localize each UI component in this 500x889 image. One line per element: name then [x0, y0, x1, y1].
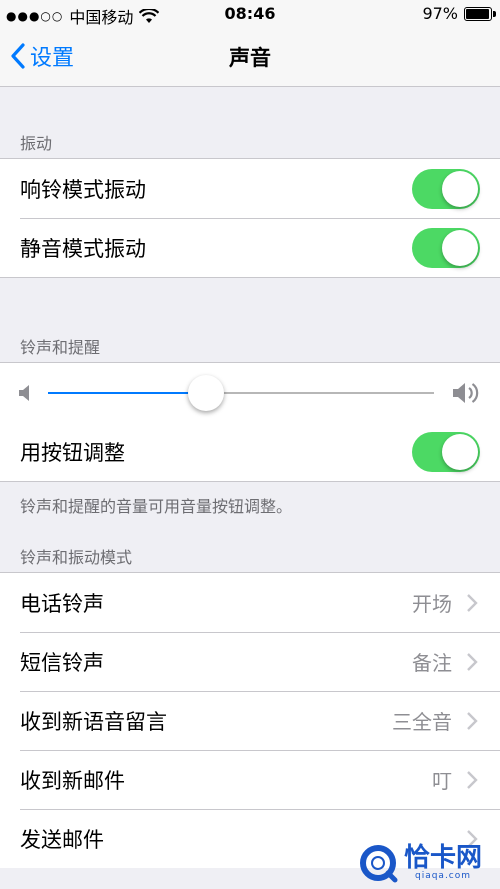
- text-tone-row[interactable]: 短信铃声 备注: [0, 632, 500, 691]
- chevron-right-icon: [467, 711, 478, 730]
- change-with-buttons-row: 用按钮调整: [0, 422, 500, 481]
- row-value: 叮: [432, 769, 452, 793]
- status-right: 97%: [422, 4, 496, 23]
- chevron-right-icon: [467, 770, 478, 789]
- row-label: 用按钮调整: [20, 440, 125, 465]
- row-label: 收到新语音留言: [20, 709, 167, 734]
- watermark: 恰卡网 qiaqa.com: [350, 837, 500, 889]
- row-label: 电话铃声: [20, 591, 104, 616]
- patterns-group: 电话铃声 开场 短信铃声 备注 收到新语音留言 三全音 收到新邮件 叮 发送邮件: [0, 572, 500, 868]
- row-label: 静音模式振动: [20, 236, 146, 261]
- volume-slider-thumb[interactable]: [188, 375, 225, 411]
- vibration-group: 响铃模式振动 静音模式振动: [0, 158, 500, 278]
- row-value: 开场: [412, 592, 452, 616]
- volume-slider[interactable]: [48, 375, 434, 411]
- row-label: 响铃模式振动: [20, 177, 146, 202]
- row-value: 备注: [412, 651, 452, 675]
- vibrate-on-ring-row: 响铃模式振动: [0, 159, 500, 218]
- toggle-knob: [442, 229, 478, 266]
- change-with-buttons-toggle[interactable]: [412, 431, 480, 472]
- volume-high-icon: [453, 383, 479, 403]
- row-value: 三全音: [392, 710, 452, 734]
- section-header-vibration: 振动: [20, 134, 53, 153]
- row-label: 短信铃声: [20, 650, 104, 675]
- volume-slider-fill: [48, 392, 207, 394]
- ringtone-row[interactable]: 电话铃声 开场: [0, 573, 500, 632]
- new-voicemail-row[interactable]: 收到新语音留言 三全音: [0, 691, 500, 750]
- watermark-text-block: 恰卡网 qiaqa.com: [404, 845, 482, 881]
- toggle-knob: [442, 433, 478, 470]
- ringer-footer-note: 铃声和提醒的音量可用音量按钮调整。: [20, 497, 293, 516]
- vibrate-on-silent-toggle[interactable]: [412, 227, 480, 268]
- row-label: 收到新邮件: [20, 768, 125, 793]
- section-header-patterns: 铃声和振动模式: [20, 548, 133, 567]
- chevron-right-icon: [467, 652, 478, 671]
- chevron-right-icon: [467, 593, 478, 612]
- new-mail-row[interactable]: 收到新邮件 叮: [0, 750, 500, 809]
- toggle-knob: [442, 170, 478, 207]
- navigation-bar: 设置 声音: [0, 28, 500, 87]
- battery-percent: 97%: [422, 4, 458, 23]
- battery-fill: [466, 8, 490, 19]
- status-bar: ●●●○○ 中国移动 08:46 97%: [0, 0, 500, 28]
- watermark-logo-icon: [360, 845, 398, 883]
- section-header-ringer: 铃声和提醒: [20, 338, 101, 357]
- vibrate-on-silent-row: 静音模式振动: [0, 218, 500, 277]
- page-title: 声音: [229, 46, 271, 70]
- ringer-group: 用按钮调整: [0, 362, 500, 482]
- volume-low-icon: [19, 385, 29, 401]
- watermark-sub: qiaqa.com: [414, 871, 472, 881]
- battery-icon: [464, 6, 496, 21]
- vibrate-on-ring-toggle[interactable]: [412, 168, 480, 209]
- volume-slider-row: [0, 363, 500, 422]
- row-label: 发送邮件: [20, 827, 104, 852]
- watermark-text: 恰卡网: [404, 843, 483, 873]
